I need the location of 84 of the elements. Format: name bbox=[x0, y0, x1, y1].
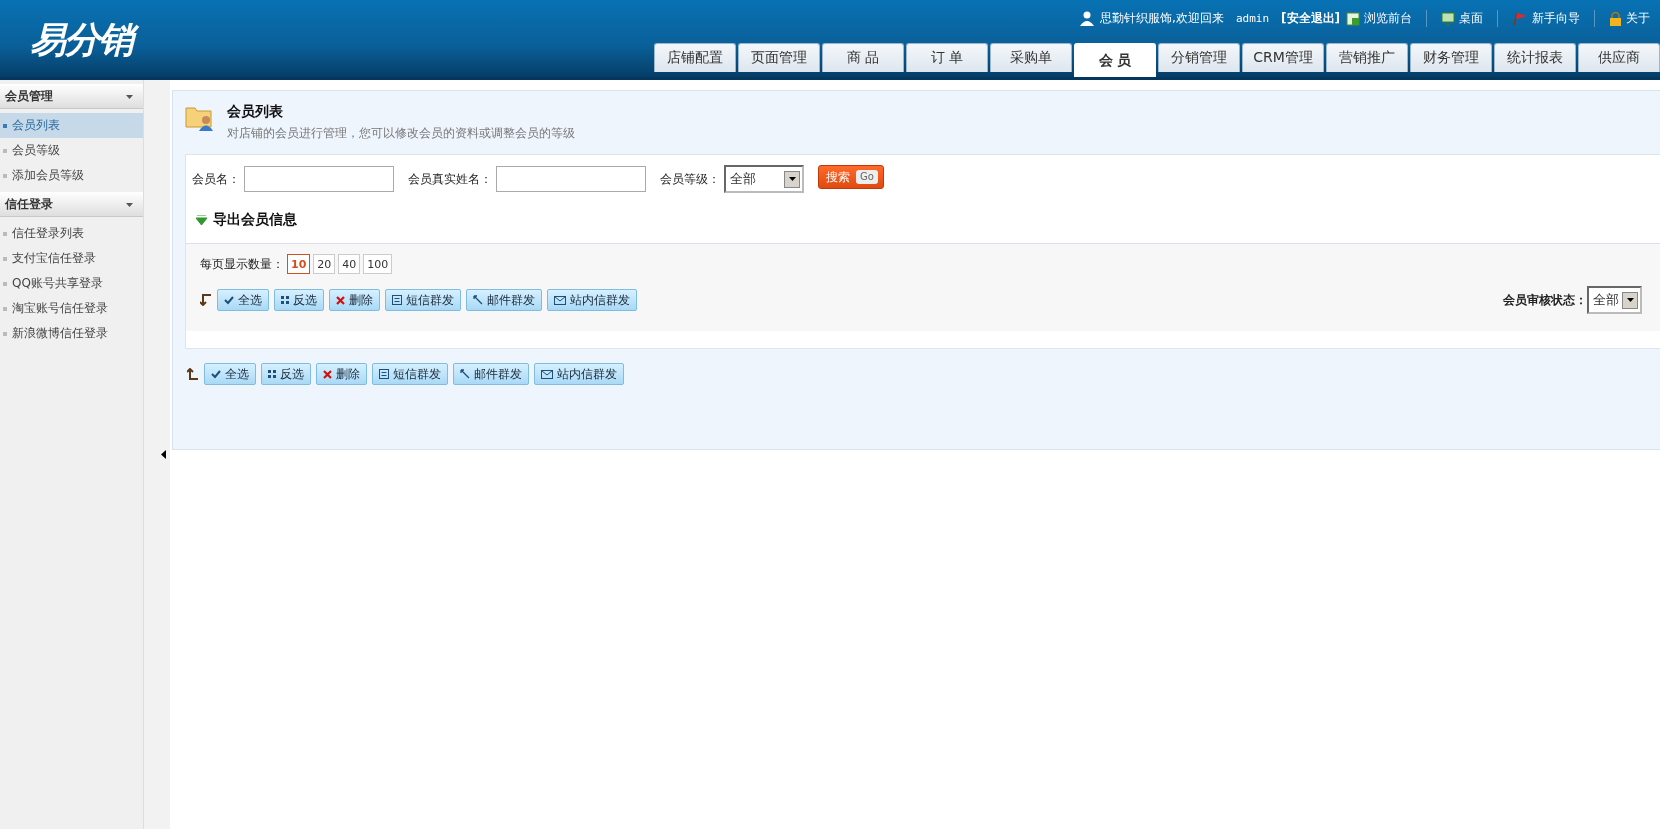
cross-icon bbox=[336, 295, 345, 305]
text-input[interactable] bbox=[496, 166, 646, 192]
search-button[interactable]: 搜索 Go bbox=[818, 165, 884, 189]
action-button[interactable]: 邮件群发 bbox=[466, 289, 542, 311]
page-size-option[interactable]: 40 bbox=[338, 254, 361, 274]
window-icon bbox=[1346, 11, 1360, 26]
cross-icon bbox=[323, 369, 332, 379]
sidebar-item[interactable]: 添加会员等级 bbox=[0, 163, 143, 188]
action-button[interactable]: 反选 bbox=[274, 289, 324, 311]
collapse-arrow-icon[interactable] bbox=[161, 450, 166, 459]
dropdown-arrow-icon bbox=[1626, 298, 1634, 302]
monitor-icon bbox=[1441, 11, 1455, 26]
text-input[interactable] bbox=[244, 166, 394, 192]
sidebar-group-header[interactable]: 信任登录 bbox=[0, 192, 143, 217]
nav-tab[interactable]: 营销推广 bbox=[1326, 43, 1408, 72]
sidebar-item[interactable]: 会员等级 bbox=[0, 138, 143, 163]
header-link[interactable]: 浏览前台 bbox=[1364, 10, 1412, 27]
welcome-text: 思勤针织服饰,欢迎回来 bbox=[1100, 10, 1224, 27]
action-button[interactable]: 全选 bbox=[217, 289, 269, 311]
nav-tab[interactable]: CRM管理 bbox=[1242, 43, 1324, 72]
action-button[interactable]: 短信群发 bbox=[372, 363, 448, 385]
sidebar-item[interactable]: 支付宝信任登录 bbox=[0, 246, 143, 271]
status-label: 会员审核状态： bbox=[1503, 291, 1587, 309]
header-link[interactable]: 关于 bbox=[1626, 10, 1650, 27]
action-button[interactable]: 反选 bbox=[261, 363, 311, 385]
field-label: 会员名： bbox=[192, 170, 240, 188]
nav-tab[interactable]: 采购单 bbox=[990, 43, 1072, 72]
field-label: 会员真实姓名： bbox=[408, 170, 492, 188]
logout-link[interactable]: [安全退出] bbox=[1281, 10, 1340, 27]
sidebar-item[interactable]: 新浪微博信任登录 bbox=[0, 321, 143, 346]
sidebar-item[interactable]: 淘宝账号信任登录 bbox=[0, 296, 143, 321]
export-link[interactable]: 导出会员信息 bbox=[213, 211, 297, 229]
nav-tab[interactable]: 店铺配置 bbox=[654, 43, 736, 72]
nav-tab[interactable]: 分销管理 bbox=[1158, 43, 1240, 72]
dots-icon bbox=[281, 296, 289, 304]
checkmark-icon bbox=[224, 295, 234, 305]
dots-icon bbox=[268, 370, 276, 378]
action-button[interactable]: 邮件群发 bbox=[453, 363, 529, 385]
nav-tab[interactable]: 会 员 bbox=[1074, 43, 1156, 77]
sidebar-item[interactable]: 信任登录列表 bbox=[0, 221, 143, 246]
list-icon bbox=[392, 295, 402, 305]
flag-icon bbox=[1512, 11, 1528, 26]
pen-icon bbox=[460, 369, 470, 379]
pen-icon bbox=[473, 295, 483, 305]
padlock-icon bbox=[1609, 11, 1622, 26]
envelope-icon bbox=[554, 295, 566, 305]
page-subtitle: 对店铺的会员进行管理，您可以修改会员的资料或调整会员的等级 bbox=[227, 125, 575, 142]
nav-tab[interactable]: 供应商 bbox=[1578, 43, 1660, 72]
down-arrow-icon bbox=[200, 294, 212, 306]
action-button[interactable]: 删除 bbox=[316, 363, 367, 385]
envelope-icon bbox=[541, 369, 553, 379]
username: admin bbox=[1235, 12, 1270, 25]
user-icon bbox=[1080, 11, 1095, 26]
list-icon bbox=[379, 369, 389, 379]
action-button[interactable]: 站内信群发 bbox=[547, 289, 637, 311]
nav-tab[interactable]: 统计报表 bbox=[1494, 43, 1576, 72]
logo: 易分销 bbox=[28, 16, 140, 64]
sidebar-item[interactable]: 会员列表 bbox=[0, 113, 143, 138]
dropdown-arrow-icon bbox=[788, 177, 796, 181]
grade-select[interactable]: 全部 bbox=[724, 165, 804, 193]
arrow-down-icon bbox=[196, 215, 207, 225]
header-link[interactable]: 新手向导 bbox=[1532, 10, 1580, 27]
checkmark-icon bbox=[211, 369, 221, 379]
action-button[interactable]: 全选 bbox=[204, 363, 256, 385]
nav-tab[interactable]: 页面管理 bbox=[738, 43, 820, 72]
up-arrow-icon bbox=[187, 368, 199, 380]
page-title: 会员列表 bbox=[227, 103, 284, 121]
nav-tab[interactable]: 财务管理 bbox=[1410, 43, 1492, 72]
sidebar-group-title: 信任登录 bbox=[5, 195, 53, 213]
page-size-option[interactable]: 20 bbox=[313, 254, 336, 274]
nav-tab[interactable]: 商 品 bbox=[822, 43, 904, 72]
nav-tab[interactable]: 订 单 bbox=[906, 43, 988, 72]
header-link[interactable]: 桌面 bbox=[1459, 10, 1483, 27]
status-select[interactable]: 全部 bbox=[1587, 286, 1642, 314]
field-label: 会员等级： bbox=[660, 170, 720, 188]
sidebar-item[interactable]: QQ账号共享登录 bbox=[0, 271, 143, 296]
sidebar-group-title: 会员管理 bbox=[5, 87, 53, 105]
action-button[interactable]: 删除 bbox=[329, 289, 380, 311]
action-button[interactable]: 站内信群发 bbox=[534, 363, 624, 385]
page-size-option[interactable]: 100 bbox=[363, 254, 393, 274]
page-size-label: 每页显示数量： bbox=[200, 255, 284, 273]
action-button[interactable]: 短信群发 bbox=[385, 289, 461, 311]
page-size-option[interactable]: 10 bbox=[287, 254, 311, 274]
sidebar-group-header[interactable]: 会员管理 bbox=[0, 84, 143, 109]
